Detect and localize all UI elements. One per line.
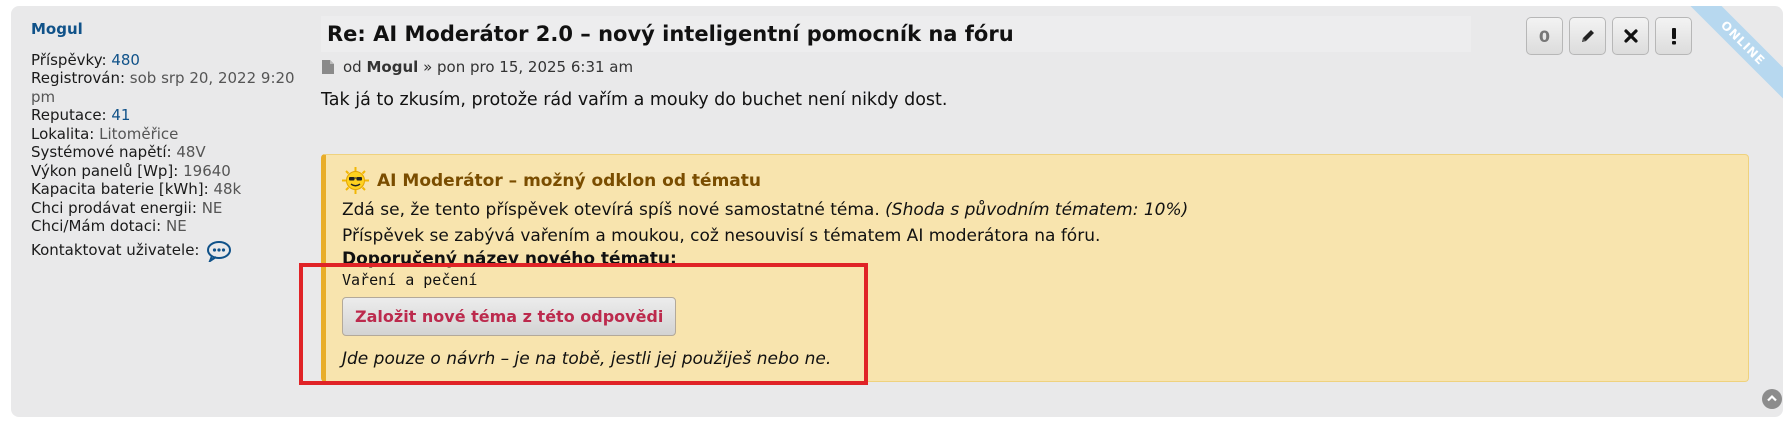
ai-box-heading: AI Moderátor – možný odklon od tématu (342, 167, 1732, 194)
profile-panels: Výkon panelů [Wp]: 19640 (31, 161, 231, 180)
reputation-link[interactable]: 41 (111, 106, 130, 124)
profile-contact: Kontaktovat uživatele: (31, 240, 316, 262)
posts-count-link[interactable]: 480 (111, 51, 140, 69)
document-icon[interactable] (321, 59, 335, 75)
post-content: Tak já to zkusím, protože rád vařím a mo… (321, 90, 948, 110)
profile-reputation: Reputace: 41 (31, 106, 131, 124)
profile-battery: Kapacita baterie [kWh]: 48k (31, 180, 242, 198)
online-ribbon: ONLINE (1673, 6, 1783, 116)
create-topic-button[interactable]: Založit nové téma z této odpovědi (342, 297, 677, 336)
forum-post: Mogul Příspěvky: 480 Registrován: sob sr… (11, 6, 1783, 417)
profile-location: Lokalita: Litoměřice (31, 124, 179, 143)
ai-box-note: Jde pouze o návrh – je na tobě, jestli j… (342, 349, 832, 369)
reaction-count-button[interactable]: 0 (1526, 17, 1563, 55)
profile-registered: Registrován: sob srp 20, 2022 9:20 pm (31, 69, 295, 106)
back-to-top-icon[interactable] (1762, 389, 1782, 409)
suggest-label: Doporučený název nového tématu: (342, 249, 677, 269)
ai-box-line2: Příspěvek se zabývá vařením a moukou, co… (342, 226, 1101, 246)
post-actions: 0 (1526, 17, 1692, 55)
post-title[interactable]: Re: AI Moderátor 2.0 – nový inteligentní… (321, 16, 1471, 52)
author-link[interactable]: Mogul (366, 58, 418, 76)
post-meta: od Mogul » pon pro 15, 2025 6:31 am (321, 58, 1761, 76)
username-link[interactable]: Mogul (31, 20, 316, 39)
delete-button[interactable] (1612, 17, 1649, 55)
chevron-up-icon (1767, 394, 1777, 402)
user-profile: Mogul Příspěvky: 480 Registrován: sob sr… (31, 20, 316, 262)
chat-bubble-icon[interactable] (206, 240, 232, 262)
close-icon (1623, 29, 1638, 43)
ai-moderator-box: AI Moderátor – možný odklon od tématu Zd… (321, 154, 1749, 382)
ai-box-line1: Zdá se, že tento příspěvek otevírá spíš … (342, 200, 1189, 220)
edit-button[interactable] (1569, 17, 1606, 55)
profile-sell: Chci prodávat energii: NE (31, 198, 223, 217)
profile-subsidy: Chci/Mám dotaci: NE (31, 217, 187, 235)
profile-posts: Příspěvky: 480 (31, 50, 140, 69)
post-date: » pon pro 15, 2025 6:31 am (423, 58, 634, 76)
profile-voltage: Systémové napětí: 48V (31, 143, 206, 161)
suggested-title: Vaření a pečení (342, 271, 478, 289)
online-status: ONLINE (1685, 6, 1783, 101)
pencil-icon (1581, 30, 1594, 42)
sunglasses-smiley-icon (342, 167, 369, 194)
